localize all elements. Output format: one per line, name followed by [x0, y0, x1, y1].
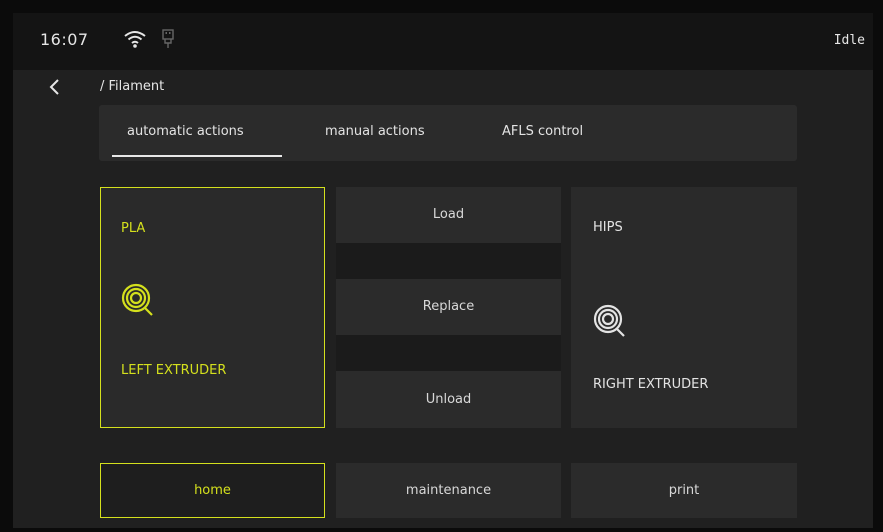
divider	[336, 335, 561, 371]
usb-icon	[160, 29, 176, 53]
printer-screen: 16:07 Idle / Filament automatic actions	[13, 13, 873, 528]
nav-maintenance-button[interactable]: maintenance	[336, 463, 561, 518]
wifi-icon	[123, 29, 147, 53]
divider	[336, 243, 561, 279]
filament-spool-icon	[121, 283, 155, 321]
active-tab-indicator	[112, 155, 282, 157]
breadcrumb: / Filament	[100, 79, 165, 94]
replace-button[interactable]: Replace	[336, 279, 561, 335]
right-material: HIPS	[593, 220, 623, 235]
left-material: PLA	[121, 221, 146, 236]
tab-manual-actions[interactable]: manual actions	[325, 124, 425, 139]
tab-afls-control[interactable]: AFLS control	[502, 124, 583, 139]
right-extruder-label: RIGHT EXTRUDER	[593, 377, 709, 392]
clock: 16:07	[40, 30, 89, 49]
tab-bar: automatic actions manual actions AFLS co…	[99, 105, 797, 161]
chevron-left-icon	[49, 79, 59, 95]
status-bar: 16:07 Idle	[13, 13, 873, 70]
printer-state: Idle	[833, 33, 865, 48]
unload-button[interactable]: Unload	[336, 371, 561, 428]
right-extruder-card[interactable]: HIPS RIGHT EXTRUDER	[571, 187, 797, 428]
filament-spool-icon	[593, 304, 627, 342]
tab-automatic-actions[interactable]: automatic actions	[127, 124, 244, 139]
filament-actions: Load Replace Unload	[336, 187, 561, 428]
nav-home-button[interactable]: home	[100, 463, 325, 518]
back-button[interactable]	[45, 77, 65, 97]
load-button[interactable]: Load	[336, 187, 561, 243]
nav-print-button[interactable]: print	[571, 463, 797, 518]
left-extruder-label: LEFT EXTRUDER	[121, 363, 227, 378]
left-extruder-card[interactable]: PLA LEFT EXTRUDER	[100, 187, 325, 428]
